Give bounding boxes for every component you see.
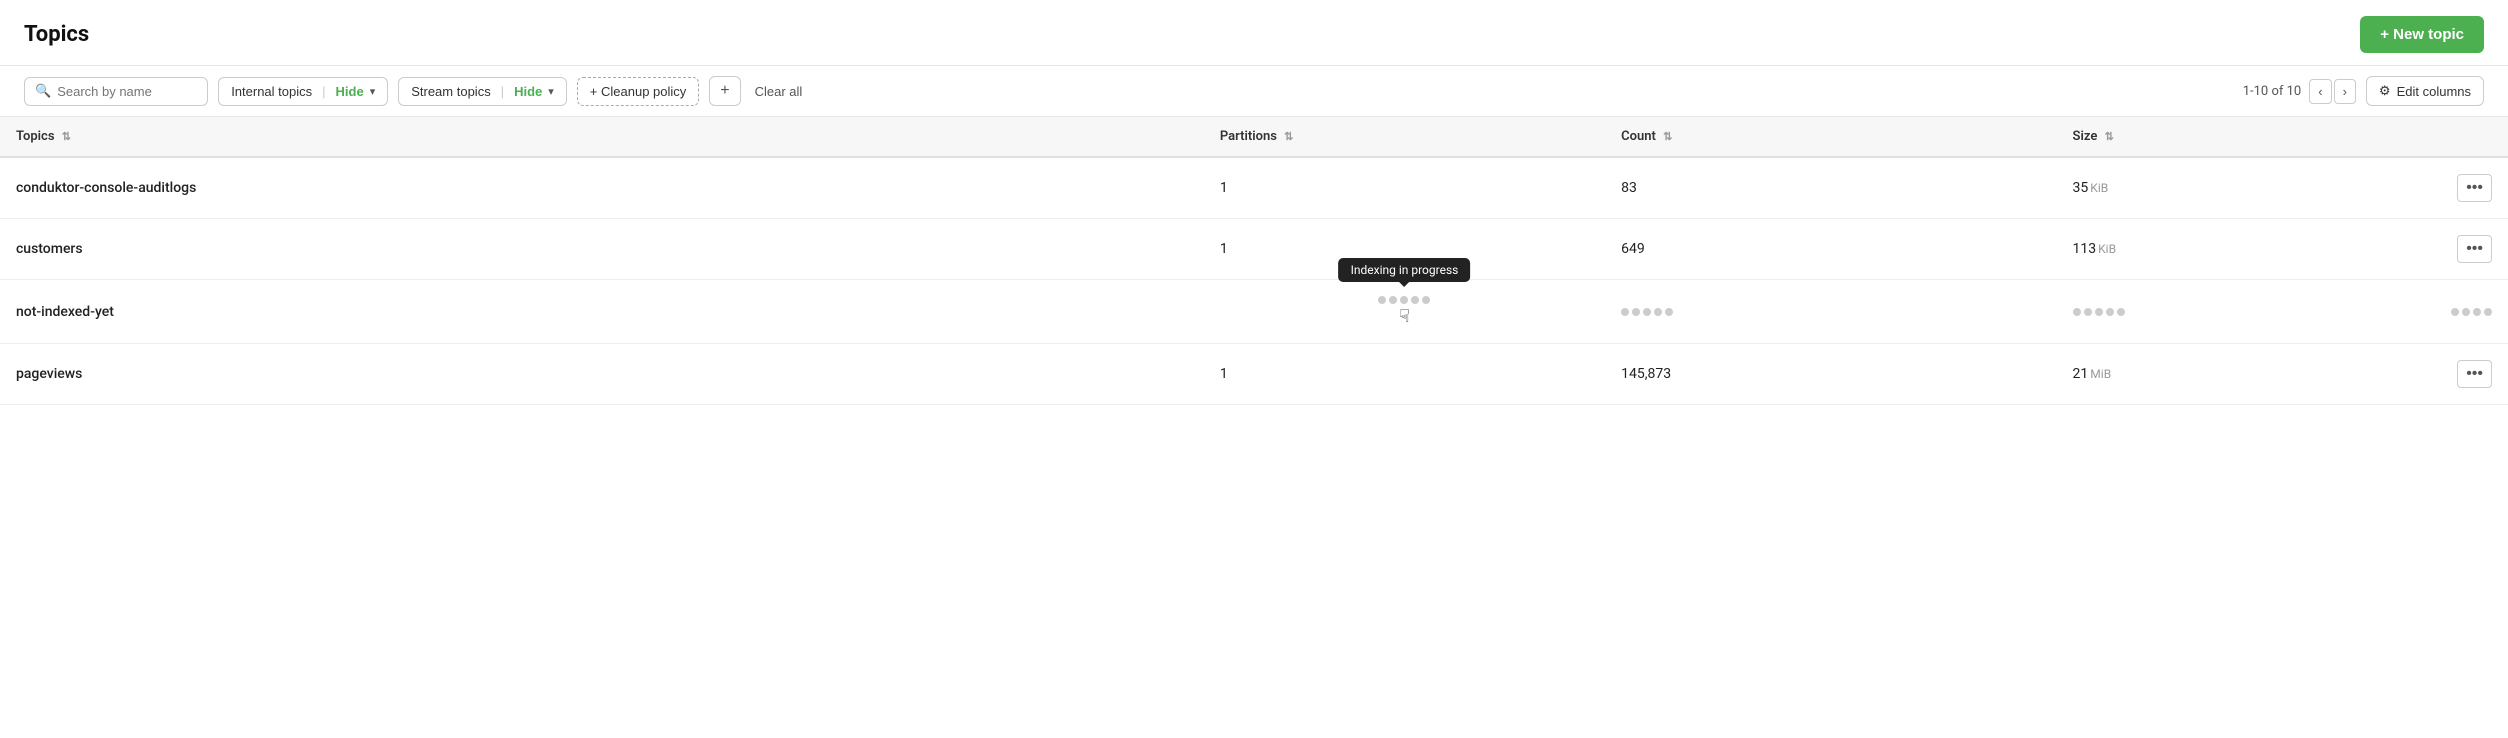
action-cell: •••	[2408, 344, 2508, 405]
table-row: pageviews 1 145,873 21MiB •••	[0, 344, 2508, 405]
dots-count	[1621, 308, 2040, 316]
action-cell: •••	[2408, 219, 2508, 280]
edit-columns-label: Edit columns	[2397, 84, 2471, 99]
add-filter-button[interactable]: +	[709, 76, 740, 106]
topic-name: conduktor-console-auditlogs	[16, 180, 196, 196]
size-cell	[2057, 280, 2408, 344]
topic-name: not-indexed-yet	[16, 304, 114, 320]
pagination: 1-10 of 10 ‹ ›	[2243, 79, 2356, 104]
row-action-button[interactable]: •••	[2457, 174, 2492, 202]
count-cell: 145,873	[1605, 344, 2056, 405]
page-header: Topics + New topic	[0, 0, 2508, 66]
sort-icon-partitions: ⇅	[1284, 130, 1293, 143]
new-topic-button[interactable]: + New topic	[2360, 16, 2484, 53]
dots-size	[2073, 308, 2392, 316]
search-icon: 🔍	[35, 84, 51, 99]
row-action-button[interactable]: •••	[2457, 235, 2492, 263]
size-cell: 21MiB	[2057, 344, 2408, 405]
search-input[interactable]	[57, 84, 197, 99]
table-row: not-indexed-yet Indexing in progress ☟	[0, 280, 2508, 344]
count-cell: 83	[1605, 157, 2056, 219]
stream-topics-hide: Hide	[514, 84, 542, 99]
topic-name: customers	[16, 241, 83, 257]
prev-page-button[interactable]: ‹	[2309, 79, 2331, 104]
search-box: 🔍	[24, 77, 208, 106]
table-row: conduktor-console-auditlogs 1 83 35KiB •…	[0, 157, 2508, 219]
dots-partitions	[1378, 296, 1430, 304]
edit-columns-button[interactable]: ⚙ Edit columns	[2366, 76, 2484, 106]
count-cell: 649	[1605, 219, 2056, 280]
size-unit: KiB	[2090, 181, 2108, 195]
sort-icon-count: ⇅	[1663, 130, 1672, 143]
size-cell: 35KiB	[2057, 157, 2408, 219]
topic-name: pageviews	[16, 366, 82, 382]
topics-table: Topics ⇅ Partitions ⇅ Count ⇅ Size ⇅	[0, 117, 2508, 405]
internal-topics-filter[interactable]: Internal topics | Hide ▾	[218, 77, 388, 106]
dot	[1411, 296, 1419, 304]
gear-icon: ⚙	[2379, 83, 2391, 99]
table-header-row: Topics ⇅ Partitions ⇅ Count ⇅ Size ⇅	[0, 117, 2508, 157]
chevron-down-icon: ▾	[370, 85, 376, 98]
topics-table-container: Topics ⇅ Partitions ⇅ Count ⇅ Size ⇅	[0, 117, 2508, 405]
topic-name-cell: customers	[0, 219, 1204, 280]
stream-topics-label: Stream topics	[411, 84, 490, 99]
size-cell: 113KiB	[2057, 219, 2408, 280]
col-header-size[interactable]: Size ⇅	[2057, 117, 2408, 157]
cleanup-policy-button[interactable]: + Cleanup policy	[577, 77, 699, 106]
count-cell	[1605, 280, 2056, 344]
row-action-button[interactable]: •••	[2457, 360, 2492, 388]
dot	[1389, 296, 1397, 304]
size-unit: KiB	[2098, 242, 2116, 256]
col-header-partitions[interactable]: Partitions ⇅	[1204, 117, 1605, 157]
cursor-icon: ☟	[1399, 306, 1410, 327]
topic-name-cell: pageviews	[0, 344, 1204, 405]
pagination-nav: ‹ ›	[2309, 79, 2356, 104]
dot	[1378, 296, 1386, 304]
topic-name-cell: conduktor-console-auditlogs	[0, 157, 1204, 219]
chevron-down-icon-stream: ▾	[548, 85, 554, 98]
partitions-cell: 1	[1204, 344, 1605, 405]
internal-topics-hide: Hide	[336, 84, 364, 99]
clear-all-button[interactable]: Clear all	[751, 78, 807, 105]
col-header-count[interactable]: Count ⇅	[1605, 117, 2056, 157]
col-header-topics[interactable]: Topics ⇅	[0, 117, 1204, 157]
topic-name-cell: not-indexed-yet	[0, 280, 1204, 344]
partitions-cell: 1	[1204, 219, 1605, 280]
dot	[1400, 296, 1408, 304]
action-cell	[2408, 280, 2508, 344]
page-title: Topics	[24, 22, 89, 47]
table-row: customers 1 649 113KiB •••	[0, 219, 2508, 280]
dot	[1422, 296, 1430, 304]
col-header-action	[2408, 117, 2508, 157]
partitions-cell: 1	[1204, 157, 1605, 219]
partitions-cell: Indexing in progress ☟	[1204, 280, 1605, 344]
size-unit: MiB	[2090, 367, 2111, 381]
dots-action	[2424, 308, 2492, 316]
pagination-text: 1-10 of 10	[2243, 84, 2302, 99]
action-cell: •••	[2408, 157, 2508, 219]
stream-topics-filter[interactable]: Stream topics | Hide ▾	[398, 77, 567, 106]
next-page-button[interactable]: ›	[2334, 79, 2356, 104]
toolbar: 🔍 Internal topics | Hide ▾ Stream topics…	[0, 66, 2508, 117]
internal-topics-label: Internal topics	[231, 84, 312, 99]
sort-icon-size: ⇅	[2105, 130, 2114, 143]
sort-icon-topics: ⇅	[62, 130, 71, 143]
indexing-tooltip-wrapper: Indexing in progress ☟	[1220, 296, 1589, 327]
